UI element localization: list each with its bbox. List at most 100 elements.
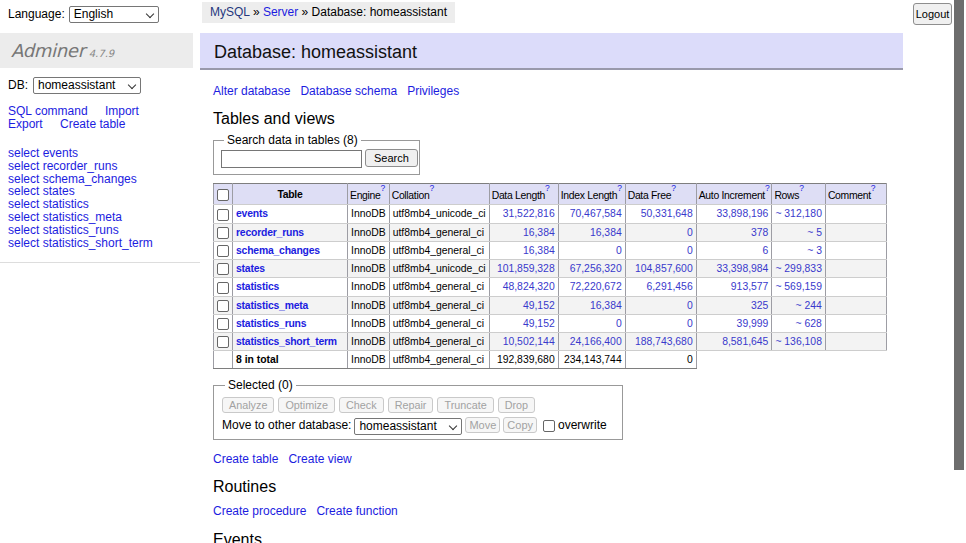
db-select[interactable]: homeassistant	[33, 77, 141, 94]
total-data-length: 192,839,680	[489, 351, 558, 369]
row-checkbox[interactable]	[217, 300, 229, 312]
cell-index-length: 24,166,400	[558, 333, 625, 351]
cell-index-length: 16,384	[558, 296, 625, 314]
selected-buttons: AnalyzeOptimizeCheckRepairTruncate Drop	[222, 397, 614, 413]
routines-links: Create procedure Create function	[213, 505, 903, 518]
language-switcher: Language:English	[8, 6, 159, 23]
cell-auto-increment: 39,999	[696, 314, 772, 332]
cell-rows: ~ 312,180	[772, 205, 826, 223]
column-header-comment: Comment?	[825, 183, 886, 204]
cell-engine: InnoDB	[348, 314, 390, 332]
table-link[interactable]: statistics_meta	[236, 300, 308, 311]
move-label: Move to other database:	[222, 418, 351, 432]
row-checkbox[interactable]	[217, 336, 229, 348]
cell-data-free: 0	[625, 314, 696, 332]
table-link[interactable]: schema_changes	[236, 245, 320, 256]
cell-table-name: statistics	[233, 278, 348, 296]
cell-index-length: 72,220,672	[558, 278, 625, 296]
move-db-select[interactable]: homeassistant	[354, 418, 462, 435]
breadcrumb-current: Database: homeassistant	[312, 5, 447, 19]
cell-collation: utf8mb4_general_ci	[389, 241, 489, 259]
cell-comment	[825, 260, 886, 278]
select-all-checkbox[interactable]	[217, 189, 229, 201]
search-button[interactable]: Search	[365, 149, 418, 167]
cell-rows: ~ 244	[772, 296, 826, 314]
row-checkbox[interactable]	[217, 227, 229, 239]
column-header-engine: Engine?	[348, 183, 390, 204]
help-link[interactable]: ?	[429, 183, 433, 193]
optimize-button[interactable]: Optimize	[278, 397, 335, 413]
cell-comment	[825, 278, 886, 296]
row-checkbox-cell	[214, 278, 233, 296]
copy-button[interactable]: Copy	[503, 417, 537, 433]
help-link[interactable]: ?	[765, 183, 769, 193]
table-link[interactable]: states	[236, 263, 265, 274]
create-view-link[interactable]: Create view	[288, 452, 351, 466]
logout-button[interactable]: Logout	[913, 3, 952, 25]
table-link[interactable]: recorder_runs	[236, 227, 304, 238]
check-button[interactable]: Check	[339, 397, 384, 413]
total-engine: InnoDB	[348, 351, 390, 369]
help-link[interactable]: ?	[799, 183, 803, 193]
table-link[interactable]: statistics	[236, 281, 279, 292]
help-link[interactable]: ?	[671, 183, 675, 193]
cell-index-length: 0	[558, 241, 625, 259]
app-name[interactable]: Adminer	[11, 40, 85, 61]
total-data-free: 0	[625, 351, 696, 369]
sidebar-link-export[interactable]: Export	[8, 117, 43, 131]
analyze-button[interactable]: Analyze	[222, 397, 274, 413]
sidebar-link-create-table[interactable]: Create table	[60, 117, 125, 131]
cell-engine: InnoDB	[348, 296, 390, 314]
table-link[interactable]: statistics_runs	[236, 318, 306, 329]
row-checkbox-cell	[214, 296, 233, 314]
move-button[interactable]: Move	[465, 417, 500, 433]
app-version: 4.7.9	[89, 48, 114, 59]
help-link[interactable]: ?	[871, 183, 875, 193]
cell-comment	[825, 296, 886, 314]
sidebar-link-sql-command[interactable]: SQL command	[8, 104, 88, 118]
scrollbar-thumb[interactable]	[954, 0, 964, 470]
search-input[interactable]	[221, 150, 362, 168]
row-checkbox[interactable]	[217, 245, 229, 257]
table-row: statesInnoDButf8mb4_unicode_ci101,859,32…	[214, 260, 887, 278]
cell-rows: ~ 136,108	[772, 333, 826, 351]
create-function-link[interactable]: Create function	[316, 504, 397, 518]
table-link[interactable]: statistics_short_term	[236, 336, 337, 347]
truncate-button[interactable]: Truncate	[437, 397, 493, 413]
create-procedure-link[interactable]: Create procedure	[213, 504, 306, 518]
events-heading: Events	[213, 531, 903, 543]
row-checkbox[interactable]	[217, 282, 229, 294]
row-checkbox[interactable]	[217, 318, 229, 330]
app-logo: Adminer 4.7.9	[0, 33, 193, 68]
ghost-cell	[825, 351, 886, 369]
cell-index-length: 70,467,584	[558, 205, 625, 223]
help-link[interactable]: ?	[545, 183, 549, 193]
database-schema-link[interactable]: Database schema	[300, 84, 397, 98]
help-link[interactable]: ?	[381, 183, 385, 193]
drop-button[interactable]: Drop	[498, 397, 535, 413]
privileges-link[interactable]: Privileges	[407, 84, 459, 98]
row-checkbox[interactable]	[217, 209, 229, 221]
cell-engine: InnoDB	[348, 241, 390, 259]
column-header-collation: Collation?	[389, 183, 489, 204]
row-checkbox[interactable]	[217, 263, 229, 275]
repair-button[interactable]: Repair	[388, 397, 434, 413]
sidebar-link-import[interactable]: Import	[105, 104, 139, 118]
alter-database-link[interactable]: Alter database	[213, 84, 290, 98]
search-row: Search	[221, 149, 418, 168]
row-checkbox-cell	[214, 333, 233, 351]
breadcrumb-link[interactable]: MySQL	[210, 5, 250, 19]
cell-rows: ~ 569,159	[772, 278, 826, 296]
table-link[interactable]: events	[236, 208, 268, 219]
cell-rows: ~ 299,833	[772, 260, 826, 278]
selected-fieldset: Selected (0) AnalyzeOptimizeCheckRepairT…	[213, 378, 623, 439]
breadcrumb-link[interactable]: Server	[263, 5, 298, 19]
overwrite-checkbox[interactable]	[543, 420, 555, 432]
cell-auto-increment: 378	[696, 223, 772, 241]
create-table-link[interactable]: Create table	[213, 452, 278, 466]
row-checkbox-cell	[214, 223, 233, 241]
sidebar-select-statistics_short_term[interactable]: select statistics_short_term	[8, 236, 153, 250]
language-select[interactable]: English	[69, 6, 159, 23]
cell-comment	[825, 314, 886, 332]
help-link[interactable]: ?	[617, 183, 621, 193]
